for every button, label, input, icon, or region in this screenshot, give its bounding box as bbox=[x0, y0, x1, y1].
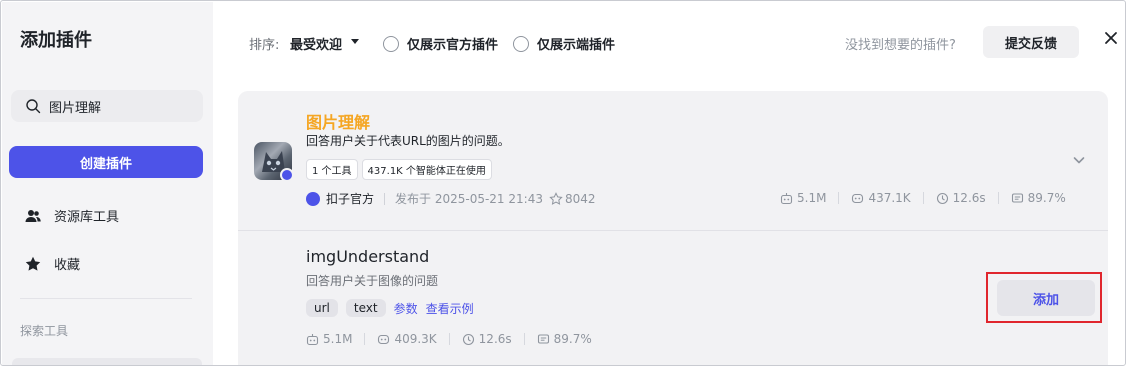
stat-separator bbox=[448, 333, 450, 345]
sort-label: 排序: bbox=[249, 38, 280, 53]
plugin-meta: 扣子官方 发布于 2025-05-21 21:43 8042 bbox=[306, 190, 596, 207]
search-input-value: 图片理解 bbox=[49, 100, 102, 116]
param-chip: text bbox=[345, 299, 386, 317]
search-input[interactable]: 图片理解 bbox=[11, 90, 203, 122]
sidebar-item-label: 资源库工具 bbox=[54, 210, 120, 225]
radio-terminal-only[interactable]: 仅展示端插件 bbox=[513, 34, 615, 53]
sidebar-item-favorites[interactable]: 收藏 bbox=[24, 254, 80, 273]
submit-feedback-button[interactable]: 提交反馈 bbox=[983, 26, 1079, 58]
official-badge-icon bbox=[280, 168, 294, 182]
star-count: 8042 bbox=[564, 191, 596, 206]
stat-separator bbox=[922, 192, 924, 204]
publisher-icon bbox=[306, 191, 320, 206]
success-value: 89.7% bbox=[1027, 191, 1066, 205]
users-icon bbox=[25, 209, 41, 222]
tool-params: url text 参数 查看示例 bbox=[306, 299, 474, 317]
success-stat: 89.7% bbox=[1011, 191, 1066, 205]
sort-dropdown[interactable]: 最受欢迎 bbox=[290, 34, 342, 53]
filter-bar: 排序: 最受欢迎 仅展示官方插件 仅展示端插件 没找到想要的插件? 提交反馈 bbox=[213, 2, 1125, 82]
bot-icon bbox=[378, 334, 390, 344]
clock-icon bbox=[936, 192, 948, 204]
tool-stats: 5.1M 409.3K 12.6s 89.7% bbox=[306, 332, 592, 346]
tool-description: 回答用户关于图像的问题 bbox=[306, 274, 439, 288]
sidebar: 添加插件 图片理解 创建插件 资源库工具 收藏 探索工具 bbox=[2, 2, 213, 365]
tool-count-tag: 1 个工具 bbox=[306, 159, 358, 180]
card-divider bbox=[238, 230, 1108, 231]
params-link[interactable]: 参数 bbox=[394, 300, 418, 317]
stat-separator bbox=[838, 192, 840, 204]
view-example-link[interactable]: 查看示例 bbox=[426, 300, 474, 317]
latency-value: 12.6s bbox=[952, 191, 986, 205]
highlight-annotation bbox=[986, 272, 1102, 323]
plugin-description: 回答用户关于代表URL的图片的问题。 bbox=[306, 134, 510, 148]
robot-icon bbox=[780, 192, 793, 204]
close-icon[interactable] bbox=[1102, 29, 1120, 47]
bots-value: 437.1K bbox=[868, 191, 911, 205]
robot-icon bbox=[306, 333, 319, 345]
not-found-hint: 没找到想要的插件? bbox=[845, 38, 956, 53]
chevron-down-icon[interactable] bbox=[1072, 153, 1086, 167]
calls-value: 5.1M bbox=[797, 191, 827, 205]
stat-separator bbox=[523, 333, 525, 345]
published-date: 发布于 2025-05-21 21:43 bbox=[395, 192, 543, 206]
message-icon bbox=[1011, 192, 1023, 203]
search-icon bbox=[26, 99, 41, 114]
star-outline-icon[interactable] bbox=[549, 191, 563, 206]
sidebar-item-partial[interactable] bbox=[12, 358, 202, 365]
calls-stat: 5.1M bbox=[306, 332, 352, 346]
usage-tag: 437.1K 个智能体正在使用 bbox=[361, 159, 492, 180]
stat-separator bbox=[997, 192, 999, 204]
sidebar-item-label: 收藏 bbox=[54, 258, 81, 273]
bots-value: 409.3K bbox=[394, 332, 437, 346]
calls-value: 5.1M bbox=[323, 332, 353, 346]
sidebar-divider bbox=[20, 298, 192, 299]
add-plugin-dialog: 添加插件 图片理解 创建插件 资源库工具 收藏 探索工具 排序: 最受欢迎 仅展… bbox=[0, 0, 1126, 366]
publisher-name: 扣子官方 bbox=[326, 192, 375, 206]
caret-down-icon[interactable] bbox=[351, 39, 359, 44]
plugin-tags: 1 个工具 437.1K 个智能体正在使用 bbox=[306, 159, 492, 180]
star-icon bbox=[25, 256, 41, 271]
radio-circle-icon[interactable] bbox=[513, 35, 529, 52]
plugin-name[interactable]: 图片理解 bbox=[306, 109, 370, 133]
calls-stat: 5.1M bbox=[780, 191, 826, 205]
sidebar-item-library-tools[interactable]: 资源库工具 bbox=[24, 206, 119, 225]
latency-stat: 12.6s bbox=[462, 332, 512, 346]
stat-separator bbox=[364, 333, 366, 345]
meta-separator bbox=[384, 192, 386, 205]
dialog-title: 添加插件 bbox=[20, 30, 92, 51]
radio-label: 仅展示官方插件 bbox=[407, 38, 499, 53]
radio-official-only[interactable]: 仅展示官方插件 bbox=[383, 34, 498, 53]
bot-icon bbox=[852, 193, 864, 203]
radio-label: 仅展示端插件 bbox=[537, 38, 616, 53]
latency-value: 12.6s bbox=[478, 332, 512, 346]
bots-stat: 409.3K bbox=[377, 332, 437, 346]
clock-icon bbox=[462, 333, 474, 345]
bots-stat: 437.1K bbox=[851, 191, 911, 205]
radio-circle-icon[interactable] bbox=[383, 35, 399, 52]
success-value: 89.7% bbox=[553, 332, 592, 346]
latency-stat: 12.6s bbox=[936, 191, 986, 205]
create-plugin-button[interactable]: 创建插件 bbox=[9, 146, 203, 178]
success-stat: 89.7% bbox=[537, 332, 592, 346]
param-chip: url bbox=[306, 299, 338, 317]
tool-name: imgUnderstand bbox=[306, 247, 430, 266]
plugin-stats: 5.1M 437.1K 12.6s 89.7% bbox=[780, 191, 1066, 205]
sidebar-section-label: 探索工具 bbox=[20, 324, 69, 338]
message-icon bbox=[537, 333, 549, 344]
